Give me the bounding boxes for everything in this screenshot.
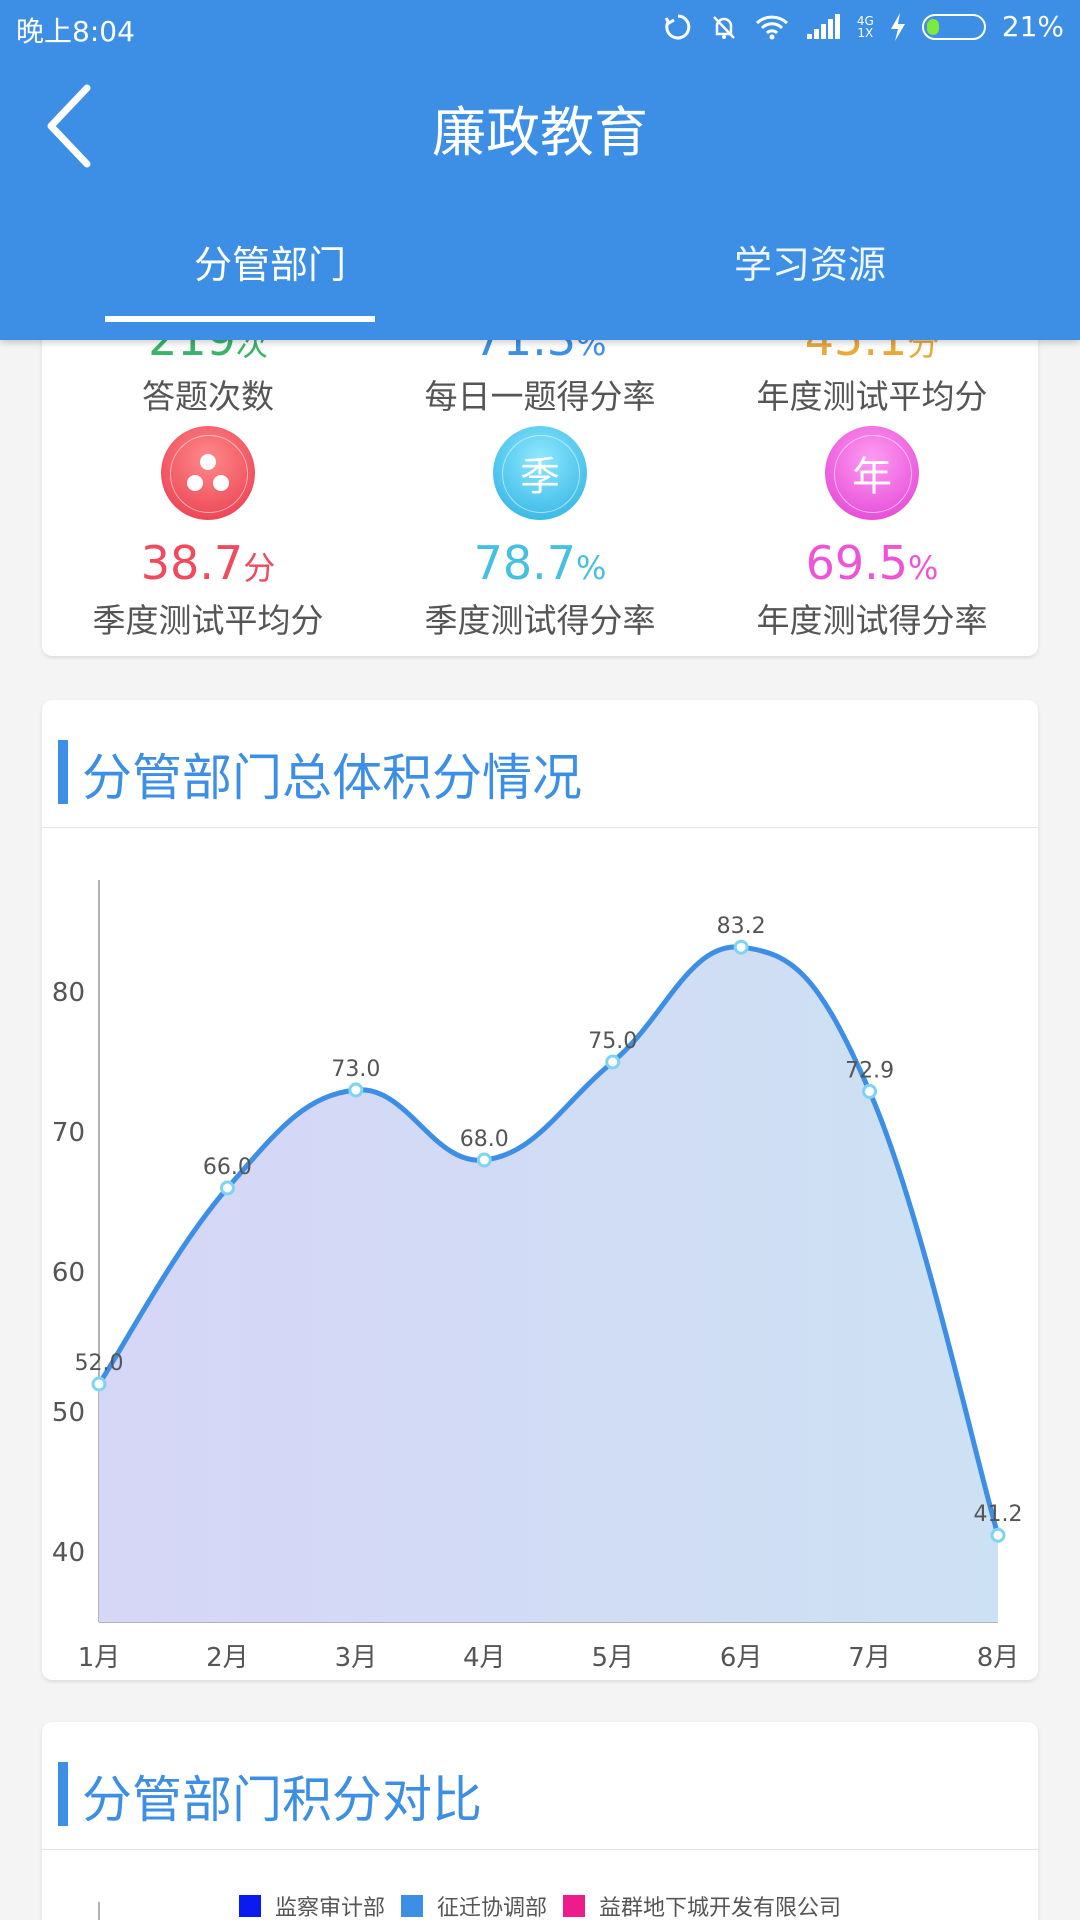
status-icons: 4G 1X 21% xyxy=(663,10,1064,43)
x-tick-label: 8月 xyxy=(977,1643,1020,1673)
year-icon: 年 xyxy=(825,426,919,520)
status-time: 晚上8:04 xyxy=(16,15,135,48)
data-point xyxy=(348,1082,364,1098)
stat-label: 每日一题得分率 xyxy=(424,377,656,416)
stat-quarter-rate: 季 78.7% 季度测试得分率 xyxy=(374,426,706,642)
data-label: 75.0 xyxy=(588,1029,637,1054)
data-label: 41.2 xyxy=(974,1502,1023,1527)
data-point xyxy=(91,1376,107,1392)
legend-swatch xyxy=(238,1895,261,1917)
stat-value: 78.7% xyxy=(473,536,607,590)
x-tick-label: 3月 xyxy=(335,1643,378,1673)
stat-label: 季度测试平均分 xyxy=(92,601,324,640)
stat-label: 答题次数 xyxy=(142,377,274,416)
data-label: 66.0 xyxy=(203,1155,252,1180)
tab-bar: 分管部门 学习资源 xyxy=(0,220,1080,340)
overall-score-chart: 40 50 60 70 80 1月 2月 3月 4月 5月 6月 7月 8月 52.0 66.0 73.0 68… xyxy=(52,880,1023,1673)
score-compare-card: 分管部门积分对比 监察审计部 征迁协调部 益群地下城开发有限公司 xyxy=(42,1722,1038,1920)
network-type: 4G 1X xyxy=(856,13,874,40)
data-label: 83.2 xyxy=(717,914,766,939)
legend-item[interactable]: 征迁协调部 xyxy=(400,1890,547,1920)
status-bar: 晚上8:04 4G 1X 21% xyxy=(0,0,1080,56)
y-tick-label: 60 xyxy=(52,1258,85,1288)
legend-label: 征迁协调部 xyxy=(436,1896,547,1920)
page-title: 廉政教育 xyxy=(432,101,648,164)
battery-fill xyxy=(926,18,939,35)
data-point xyxy=(862,1083,878,1099)
y-tick-label: 50 xyxy=(52,1398,85,1428)
legend-swatch xyxy=(563,1895,585,1917)
sync-icon xyxy=(664,14,691,39)
tab-departments[interactable]: 分管部门 xyxy=(0,220,540,340)
x-tick-label: 5月 xyxy=(591,1643,634,1673)
data-label: 72.9 xyxy=(845,1058,894,1083)
overall-score-card: 分管部门总体积分情况 40 50 60 70 80 1月 2月 3月 4月 5月 6月 7月 8月 52.… xyxy=(42,700,1038,1680)
stat-label: 年度测试得分率 xyxy=(756,601,988,640)
legend-swatch xyxy=(400,1895,423,1917)
data-label: 73.0 xyxy=(331,1057,380,1082)
x-tick-label: 4月 xyxy=(463,1643,506,1673)
bell-off-icon xyxy=(712,15,735,39)
y-tick-label: 80 xyxy=(52,978,85,1008)
legend-item[interactable]: 益群地下城开发有限公司 xyxy=(563,1890,841,1920)
data-point xyxy=(990,1527,1006,1543)
data-point xyxy=(219,1180,235,1196)
battery-icon xyxy=(921,13,986,40)
wifi-icon xyxy=(755,15,788,39)
series-area xyxy=(99,946,998,1622)
season-icon: 季 xyxy=(493,426,587,520)
stat-label: 季度测试得分率 xyxy=(424,601,656,640)
tab-learning-resources[interactable]: 学习资源 xyxy=(540,220,1080,340)
stat-value: 69.5% xyxy=(805,536,939,590)
data-label: 68.0 xyxy=(460,1127,509,1152)
dots-icon xyxy=(161,426,255,520)
data-label: 52.0 xyxy=(75,1351,124,1376)
data-point xyxy=(733,939,749,955)
x-tick-label: 7月 xyxy=(848,1643,891,1673)
legend-label: 益群地下城开发有限公司 xyxy=(599,1896,842,1920)
title-bar: 廉政教育 xyxy=(0,56,1080,196)
stat-label: 年度测试平均分 xyxy=(756,377,988,416)
charging-icon xyxy=(890,12,905,41)
chart-legend: 监察审计部 征迁协调部 益群地下城开发有限公司 xyxy=(42,1890,1038,1920)
legend-item[interactable]: 监察审计部 xyxy=(238,1890,385,1920)
stat-value: 38.7分 xyxy=(140,536,276,590)
x-tick-label: 1月 xyxy=(78,1643,121,1673)
signal-icon xyxy=(806,13,840,39)
legend-label: 监察审计部 xyxy=(274,1896,385,1920)
stat-annual-rate: 年 69.5% 年度测试得分率 xyxy=(706,426,1038,642)
battery-percent: 21% xyxy=(1001,10,1064,43)
y-tick-label: 70 xyxy=(52,1118,85,1148)
stat-quarter-avg: 38.7分 季度测试平均分 xyxy=(42,426,374,642)
data-point xyxy=(605,1054,621,1070)
x-tick-label: 6月 xyxy=(720,1643,763,1673)
y-tick-label: 40 xyxy=(52,1538,85,1568)
x-tick-label: 2月 xyxy=(206,1643,249,1673)
data-point xyxy=(476,1152,492,1168)
app-bar: 晚上8:04 4G 1X 21% 廉政教育 分管部门 学习资源 xyxy=(0,0,1080,340)
